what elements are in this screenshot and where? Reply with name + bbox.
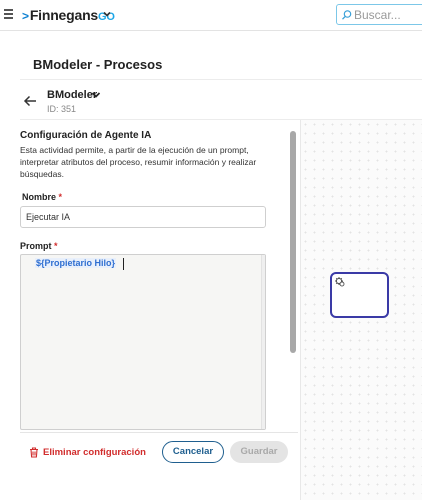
config-title: Configuración de Agente IA xyxy=(20,130,152,141)
chevron-down-icon[interactable] xyxy=(103,10,111,18)
name-label-text: Nombre xyxy=(22,192,57,202)
chevron-down-icon[interactable] xyxy=(91,91,101,99)
save-button[interactable]: Guardar xyxy=(230,441,288,463)
ai-task-node[interactable] xyxy=(330,272,389,318)
logo-main: Finnegans xyxy=(29,7,99,23)
name-input-value: Ejecutar IA xyxy=(26,212,71,222)
delete-config-button[interactable]: Eliminar configuración xyxy=(43,447,146,458)
top-bar: >FinnegansGO Buscar... xyxy=(0,0,422,31)
gear-icon xyxy=(335,277,345,287)
prompt-label: Prompt * xyxy=(20,241,58,251)
editor-scrollbar[interactable] xyxy=(261,255,265,429)
app-logo[interactable]: >FinnegansGO xyxy=(22,7,115,23)
divider xyxy=(20,432,298,433)
page-title: BModeler - Procesos xyxy=(33,57,163,72)
panel-scrollbar[interactable] xyxy=(290,131,296,353)
config-description: Esta actividad permite, a partir de la e… xyxy=(20,145,257,179)
back-arrow-icon[interactable] xyxy=(23,95,37,107)
search-icon xyxy=(342,10,352,20)
name-input[interactable]: Ejecutar IA xyxy=(20,206,266,228)
cancel-button[interactable]: Cancelar xyxy=(162,441,224,463)
prompt-editor[interactable]: ${Propietario Hilo} xyxy=(20,254,266,430)
divider xyxy=(20,79,422,80)
name-label: Nombre * xyxy=(22,192,62,202)
logo-chevron-icon: > xyxy=(22,9,29,23)
prompt-label-text: Prompt xyxy=(20,241,52,251)
text-cursor xyxy=(123,258,124,270)
search-input[interactable]: Buscar... xyxy=(336,4,422,25)
required-mark: * xyxy=(58,192,63,202)
model-name[interactable]: BModeler xyxy=(47,89,97,101)
trash-icon[interactable] xyxy=(29,447,39,458)
prompt-variable-token[interactable]: ${Propietario Hilo} xyxy=(35,258,117,268)
menu-icon[interactable] xyxy=(4,9,13,19)
model-id: ID: 351 xyxy=(47,104,77,114)
required-mark: * xyxy=(54,241,58,251)
search-placeholder: Buscar... xyxy=(354,8,401,22)
